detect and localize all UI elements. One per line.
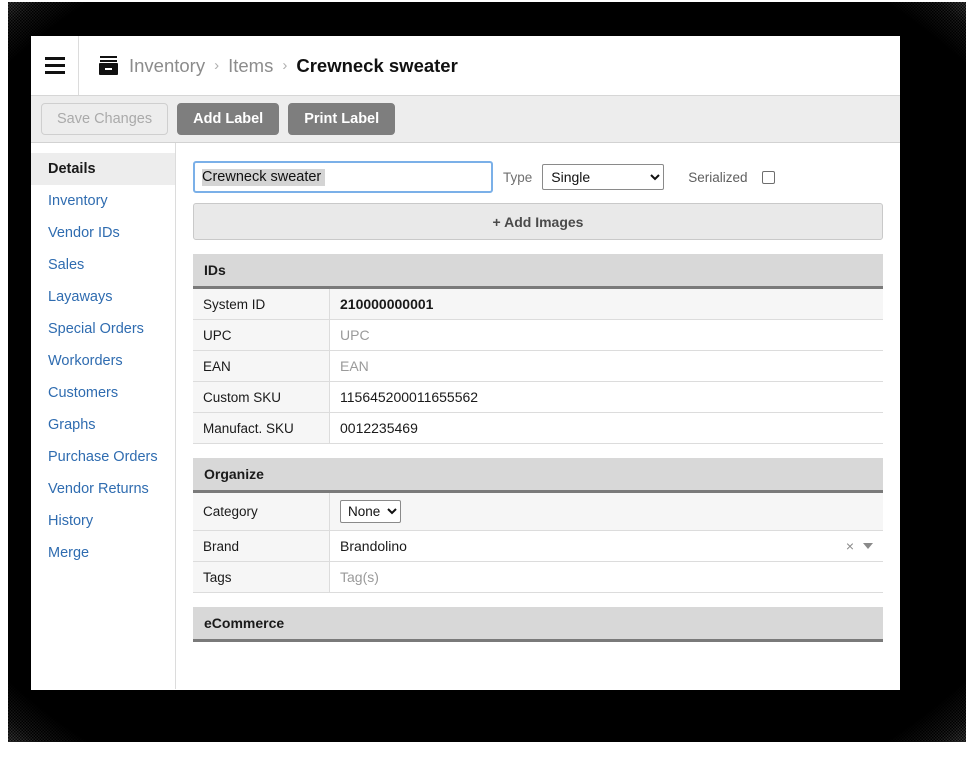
sidebar-item-inventory[interactable]: Inventory (31, 185, 175, 217)
app-header: Inventory › Items › Crewneck sweater (31, 36, 900, 96)
category-cell: None (330, 493, 883, 530)
brand-controls: × (846, 538, 873, 554)
sidebar-item-details[interactable]: Details (31, 153, 175, 185)
serialized-label: Serialized (688, 169, 748, 185)
row-value-placeholder: EAN (340, 358, 369, 374)
breadcrumb-item-inventory[interactable]: Inventory (129, 55, 205, 77)
details-panel: Type Single Serialized + Add Images IDsS… (193, 161, 883, 690)
add-label-button[interactable]: Add Label (177, 102, 280, 136)
row-label: System ID (193, 289, 330, 319)
brand-cell[interactable]: Brandolino × (330, 531, 883, 561)
breadcrumb-separator: › (282, 57, 288, 74)
table-row: EAN EAN (193, 351, 883, 382)
page-body: Details Inventory Vendor IDs Sales Layaways S… (31, 143, 900, 690)
add-images-button[interactable]: + Add Images (193, 203, 883, 240)
row-value[interactable]: 0012235469 (330, 413, 883, 443)
clear-icon[interactable]: × (846, 538, 854, 554)
sidebar-item-graphs[interactable]: Graphs (31, 409, 175, 441)
row-value-text: 0012235469 (340, 420, 418, 436)
brand-value[interactable]: Brandolino (340, 538, 407, 554)
sidebar-item-special-orders[interactable]: Special Orders (31, 313, 175, 345)
breadcrumb: Inventory › Items › Crewneck sweater (79, 55, 458, 77)
sidebar-item-sales[interactable]: Sales (31, 249, 175, 281)
archive-box-icon (99, 56, 118, 75)
row-value-text: 210000000001 (340, 296, 434, 312)
detail-sections: IDs System ID 210000000001 UPC UPC EAN EAN Cust… (193, 254, 883, 690)
row-value[interactable]: Tag(s) (330, 562, 883, 592)
row-label: UPC (193, 320, 330, 350)
sidebar-item-customers[interactable]: Customers (31, 377, 175, 409)
sidebar-item-vendor-returns[interactable]: Vendor Returns (31, 473, 175, 505)
section-organize: Organize Category None Brand Brandolino × Tags… (193, 458, 883, 593)
row-label: EAN (193, 351, 330, 381)
app-window: Inventory › Items › Crewneck sweater Sav… (31, 36, 900, 690)
sidebar-item-history[interactable]: History (31, 505, 175, 537)
section-header: Organize (193, 458, 883, 493)
type-select[interactable]: Single (542, 164, 665, 190)
row-label: Custom SKU (193, 382, 330, 412)
row-value-text: 115645200011655562 (340, 389, 479, 405)
save-changes-button[interactable]: Save Changes (41, 102, 169, 136)
sidebar-nav: Details Inventory Vendor IDs Sales Layaways S… (31, 143, 176, 689)
sidebar-item-layaways[interactable]: Layaways (31, 281, 175, 313)
sidebar-item-workorders[interactable]: Workorders (31, 345, 175, 377)
row-value-placeholder: UPC (340, 327, 370, 343)
table-row: Custom SKU 115645200011655562 (193, 382, 883, 413)
row-label: Category (193, 493, 330, 530)
table-row: Brand Brandolino × (193, 531, 883, 562)
section-ecommerce: eCommerce (193, 607, 883, 690)
print-label-button[interactable]: Print Label (288, 102, 396, 136)
sidebar-item-vendor-ids[interactable]: Vendor IDs (31, 217, 175, 249)
row-label: Manufact. SKU (193, 413, 330, 443)
breadcrumb-item-items[interactable]: Items (228, 55, 273, 77)
section-empty-body (193, 642, 883, 690)
type-label: Type (503, 169, 533, 185)
table-row: Manufact. SKU 0012235469 (193, 413, 883, 444)
sidebar-item-purchase-orders[interactable]: Purchase Orders (31, 441, 175, 473)
row-value[interactable]: 115645200011655562 (330, 382, 883, 412)
category-select[interactable]: None (340, 500, 401, 523)
section-ids: IDs System ID 210000000001 UPC UPC EAN EAN Cust… (193, 254, 883, 444)
table-row: Tags Tag(s) (193, 562, 883, 593)
row-label: Brand (193, 531, 330, 561)
row-value-placeholder: Tag(s) (340, 569, 379, 585)
breadcrumb-item-current: Crewneck sweater (296, 54, 458, 76)
section-header: eCommerce (193, 607, 883, 642)
row-label: Tags (193, 562, 330, 592)
table-row: System ID 210000000001 (193, 289, 883, 320)
section-header: IDs (193, 254, 883, 289)
item-name-input[interactable] (193, 161, 493, 193)
hamburger-menu-icon[interactable] (31, 36, 79, 95)
row-value: 210000000001 (330, 289, 883, 319)
sidebar-item-merge[interactable]: Merge (31, 537, 175, 569)
row-value[interactable]: UPC (330, 320, 883, 350)
table-row: Category None (193, 493, 883, 531)
serialized-checkbox[interactable] (761, 170, 775, 184)
item-name-row: Type Single Serialized (193, 161, 883, 193)
row-value[interactable]: EAN (330, 351, 883, 381)
action-toolbar: Save Changes Add Label Print Label (31, 96, 900, 143)
table-row: UPC UPC (193, 320, 883, 351)
main-content: Type Single Serialized + Add Images IDsS… (176, 143, 900, 690)
breadcrumb-separator: › (214, 57, 220, 74)
chevron-down-icon[interactable] (863, 543, 873, 549)
